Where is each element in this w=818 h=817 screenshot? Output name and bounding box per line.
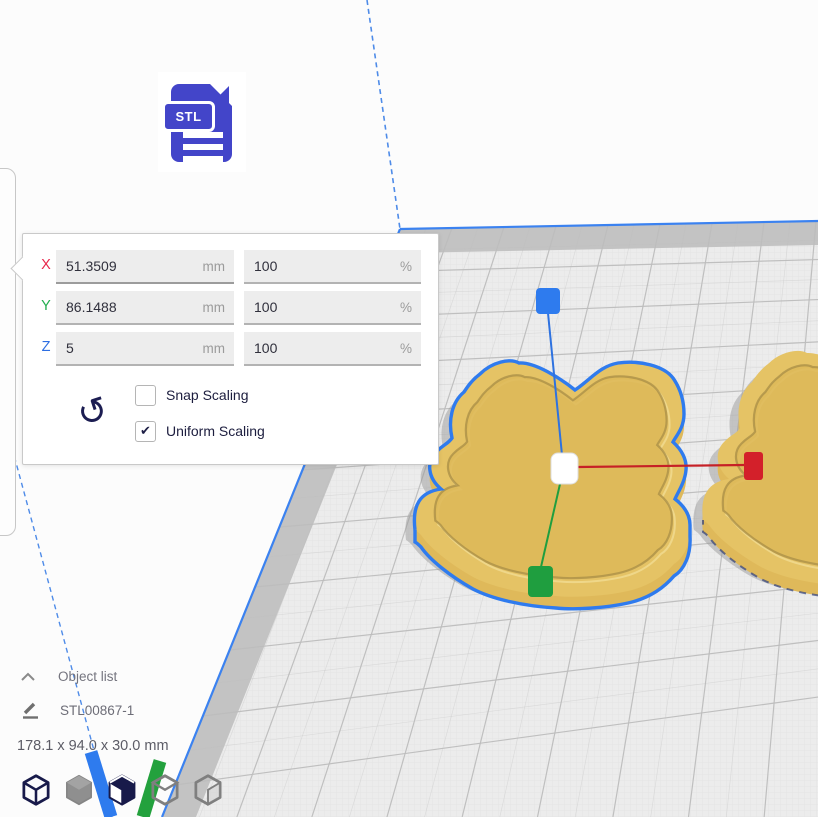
uniform-scaling-label: Uniform Scaling xyxy=(156,423,265,439)
unit-label: mm xyxy=(203,300,235,315)
stl-label-badge: STL xyxy=(162,101,215,132)
unit-label: % xyxy=(400,341,421,356)
page-fold-flap-icon xyxy=(212,86,229,103)
object-list-header[interactable]: Object list xyxy=(20,669,117,684)
scale-x-mm-field[interactable]: mm xyxy=(56,250,234,284)
scale-z-mm-field[interactable]: mm xyxy=(56,332,234,366)
scale-y-percent-input[interactable] xyxy=(244,299,400,315)
snap-scaling-checkbox[interactable]: ✔ xyxy=(135,385,156,406)
reset-scale-button[interactable]: ↺ xyxy=(71,392,115,436)
snap-scaling-label: Snap Scaling xyxy=(156,387,249,403)
unit-label: mm xyxy=(203,259,235,274)
left-toolbar-edge xyxy=(0,168,16,536)
scale-tool-panel: X mm % Y mm % Z mm xyxy=(22,233,439,465)
unit-label: % xyxy=(400,259,421,274)
object-name-label: STL00867-1 xyxy=(40,703,134,718)
scale-z-mm-input[interactable] xyxy=(56,340,203,356)
view-3d-button[interactable] xyxy=(17,771,55,809)
scale-z-percent-input[interactable] xyxy=(244,340,400,356)
scale-y-mm-input[interactable] xyxy=(56,299,203,315)
view-front-button[interactable] xyxy=(60,771,98,809)
object-list-title: Object list xyxy=(36,669,117,684)
unit-label: mm xyxy=(203,341,235,356)
uniform-scaling-checkbox[interactable]: ✔ xyxy=(135,421,156,442)
stl-document-icon: STL xyxy=(171,84,232,162)
scale-row-z: Z mm % xyxy=(23,332,438,364)
scale-y-percent-field[interactable]: % xyxy=(244,291,421,325)
axis-z-label: Z xyxy=(37,339,55,355)
scale-z-percent-field[interactable]: % xyxy=(244,332,421,366)
reset-icon: ↺ xyxy=(72,389,113,436)
axis-y-label: Y xyxy=(37,298,55,314)
cube-outline-right-icon xyxy=(196,776,220,805)
edit-icon xyxy=(21,701,40,720)
snap-scaling-row: ✔ Snap Scaling xyxy=(135,384,249,406)
view-left-button[interactable] xyxy=(146,771,184,809)
scale-row-x: X mm % xyxy=(23,250,438,282)
chevron-up-icon xyxy=(20,672,36,682)
scale-row-y: Y mm % xyxy=(23,291,438,323)
scale-x-percent-field[interactable]: % xyxy=(244,250,421,284)
application-window: STL X mm % Y mm xyxy=(0,0,818,817)
cube-wireframe-icon xyxy=(24,776,48,805)
scale-y-mm-field[interactable]: mm xyxy=(56,291,234,325)
doc-line-icon xyxy=(183,132,223,138)
check-icon: ✔ xyxy=(140,425,151,438)
build-volume-edge-dashed xyxy=(367,0,400,229)
doc-line-icon xyxy=(183,144,223,150)
scale-handle-center[interactable] xyxy=(551,453,578,484)
model-dimensions-label: 178.1 x 94.0 x 30.0 mm xyxy=(17,738,169,754)
uniform-scaling-row: ✔ Uniform Scaling xyxy=(135,420,265,442)
stl-file-icon: STL xyxy=(158,72,246,172)
unit-label: % xyxy=(400,300,421,315)
scale-handle-z[interactable] xyxy=(536,288,560,314)
cube-outline-top-icon xyxy=(153,776,177,805)
view-top-button[interactable] xyxy=(103,771,141,809)
scale-handle-x[interactable] xyxy=(744,452,763,480)
axis-x-label: X xyxy=(37,257,55,273)
cube-solid-icon xyxy=(67,776,91,805)
scale-x-mm-input[interactable] xyxy=(56,258,203,274)
scale-handle-y[interactable] xyxy=(528,566,553,597)
scale-x-percent-input[interactable] xyxy=(244,258,400,274)
view-orientation-toolbar xyxy=(17,771,227,809)
object-list-item[interactable]: STL00867-1 xyxy=(21,701,134,720)
doc-line-icon xyxy=(183,156,223,162)
cube-highlighted-face-icon xyxy=(110,776,134,805)
view-right-button[interactable] xyxy=(189,771,227,809)
